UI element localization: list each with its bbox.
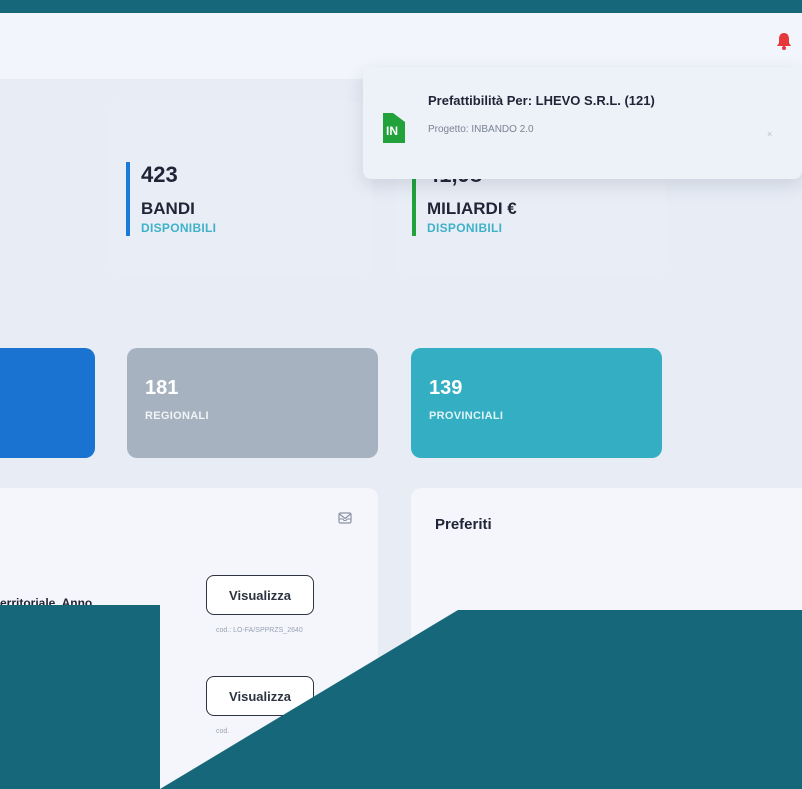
stat-bandi: 423 BANDI DISPONIBILI — [126, 162, 216, 236]
notification-subtitle: Progetto: INBANDO 2.0 — [428, 124, 534, 135]
stat-miliardi-label: MILIARDI € — [427, 199, 517, 218]
tile-provinciali[interactable]: 139 PROVINCIALI — [411, 348, 662, 458]
stat-card-bandi: 423 BANDI DISPONIBILI — [110, 102, 372, 274]
app-screen: 423 BANDI DISPONIBILI 41,98 MILIARDI € D… — [0, 13, 802, 789]
stat-bandi-sub: DISPONIBILI — [141, 221, 217, 235]
preferiti-panel: Preferiti — [411, 488, 802, 789]
preferiti-title: Preferiti — [435, 516, 492, 533]
svg-text:IN: IN — [386, 124, 398, 138]
bell-icon[interactable] — [776, 31, 792, 51]
bando-title-text: territoriale. Anno — [0, 596, 93, 610]
tile-provinciali-value: 139 — [429, 377, 463, 399]
notification-close-icon[interactable]: × — [767, 129, 772, 139]
mail-icon[interactable] — [338, 512, 352, 524]
visualizza-button-2[interactable]: Visualizza — [206, 676, 314, 716]
notification-title: Prefattibilità Per: LHEVO S.R.L. (121) — [428, 93, 655, 108]
bando-code-2: cod. — [216, 728, 230, 735]
bandi-list-panel: territoriale. Anno Visualizza cod.: LO-F… — [0, 488, 378, 789]
stat-bandi-label: BANDI — [141, 199, 195, 218]
tile-regionali-label: REGIONALI — [145, 410, 209, 422]
notification-popup[interactable]: IN Prefattibilità Per: LHEVO S.R.L. (121… — [363, 67, 802, 179]
tile-provinciali-label: PROVINCIALI — [429, 410, 504, 422]
tile-nazionali[interactable] — [0, 348, 95, 458]
visualizza-button-1[interactable]: Visualizza — [206, 575, 314, 615]
stat-bandi-value: 423 — [141, 162, 178, 187]
tile-regionali-value: 181 — [145, 377, 179, 399]
screenshot-frame: 423 BANDI DISPONIBILI 41,98 MILIARDI € D… — [0, 0, 802, 789]
tile-regionali[interactable]: 181 REGIONALI — [127, 348, 378, 458]
stat-miliardi-sub: DISPONIBILI — [427, 221, 503, 235]
bando-code-1: cod.: LO-FA/SPPRZS_2640 — [216, 627, 303, 634]
inbando-logo: IN — [383, 113, 405, 143]
